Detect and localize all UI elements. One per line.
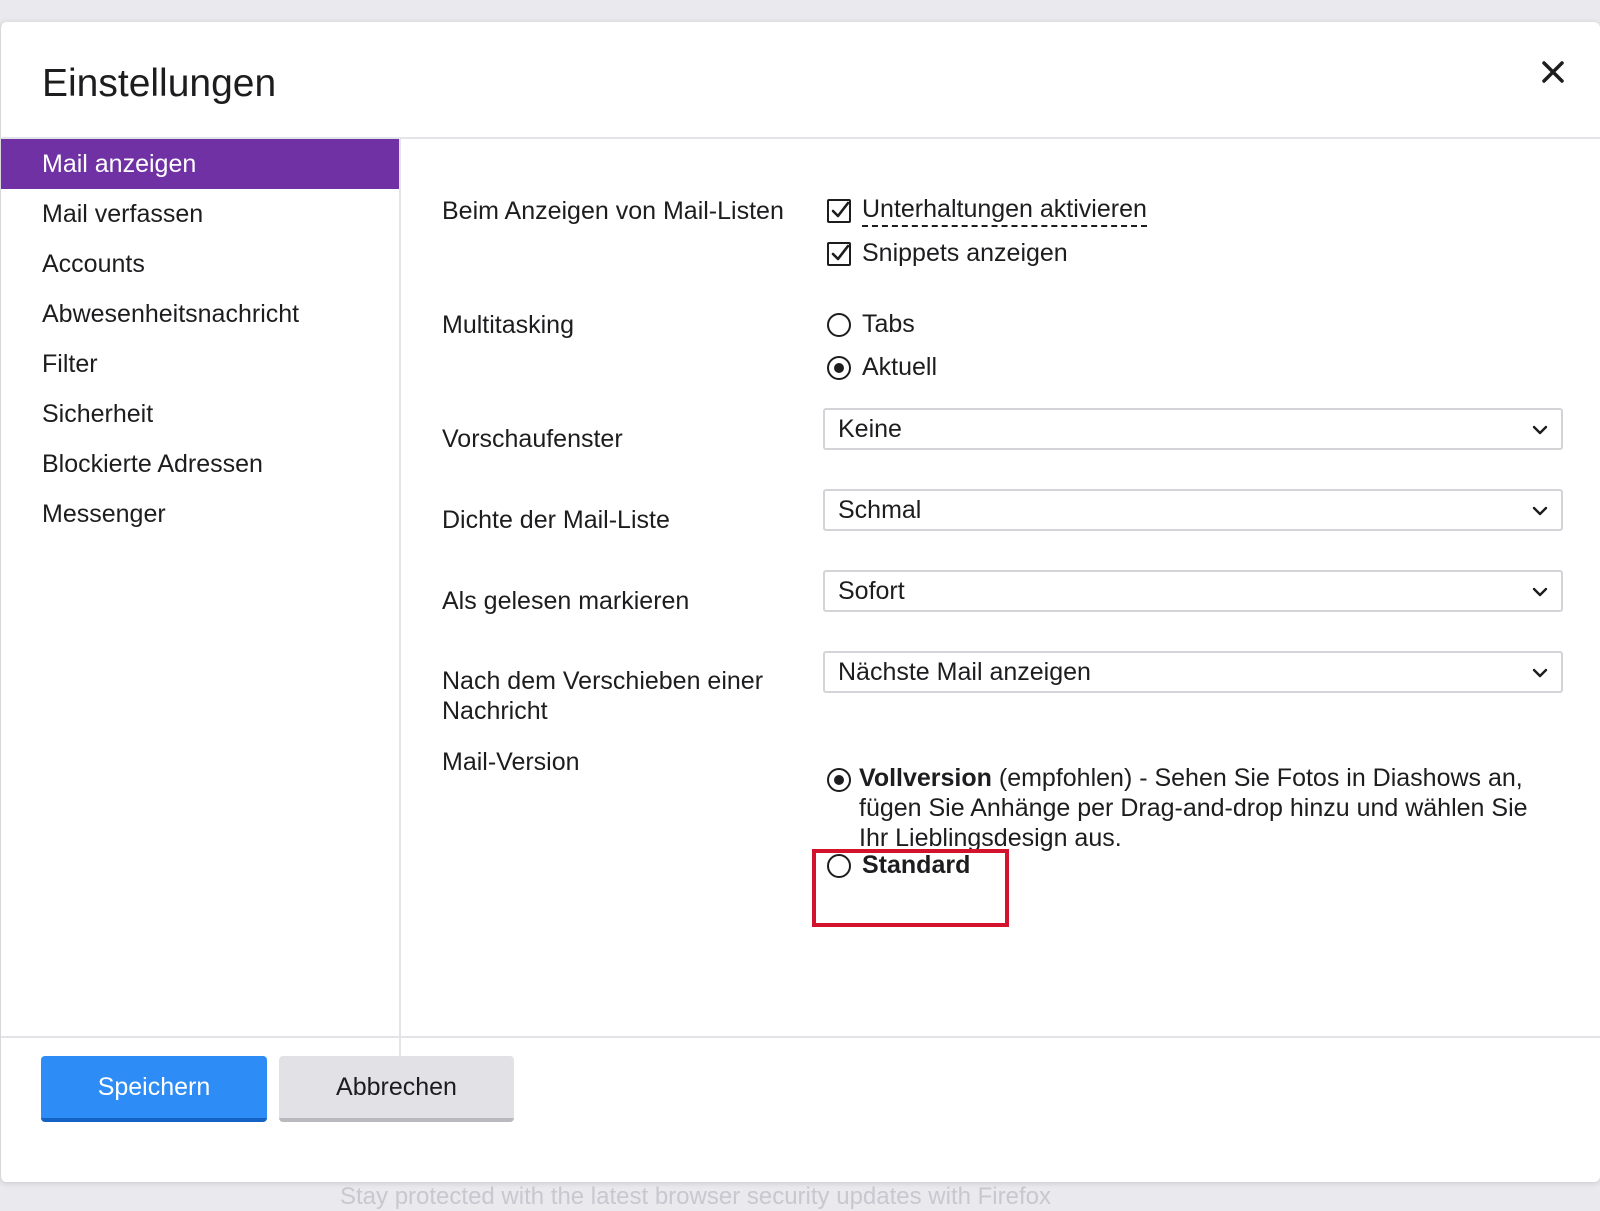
after-move-select-value: Nächste Mail anzeigen xyxy=(838,657,1091,686)
checkbox-checked-icon[interactable] xyxy=(827,241,851,266)
sidebar-item-label: Abwesenheitsnachricht xyxy=(42,299,300,328)
sidebar-item-label: Mail anzeigen xyxy=(42,149,197,178)
close-icon[interactable] xyxy=(1533,52,1573,92)
sidebar-item-label: Sicherheit xyxy=(42,399,154,428)
full-version-title: Vollversion xyxy=(859,764,992,792)
density-select-value: Schmal xyxy=(838,495,922,524)
settings-main: Beim Anzeigen von Mail-Listen Unterhaltu… xyxy=(403,139,1600,1059)
snippets-label: Snippets anzeigen xyxy=(862,239,1068,267)
sidebar-item-mail-verfassen[interactable]: Mail verfassen xyxy=(1,189,399,239)
mark-read-label: Als gelesen markieren xyxy=(442,587,690,615)
chevron-down-icon xyxy=(1532,506,1548,516)
sidebar-item-abwesenheitsnachricht[interactable]: Abwesenheitsnachricht xyxy=(1,289,399,339)
footer-divider xyxy=(1,1036,1600,1038)
chevron-down-icon xyxy=(1532,668,1548,678)
sidebar-item-label: Filter xyxy=(42,349,98,378)
preview-select-value: Keine xyxy=(838,414,902,443)
sidebar-item-label: Messenger xyxy=(42,499,166,528)
aktuell-radio[interactable]: Aktuell xyxy=(827,353,937,382)
background-banner-text: Stay protected with the latest browser s… xyxy=(340,1183,1051,1210)
settings-sidebar: Mail anzeigen Mail verfassen Accounts Ab… xyxy=(1,139,401,1059)
sidebar-item-blockierte-adressen[interactable]: Blockierte Adressen xyxy=(1,439,399,489)
radio-selected-icon[interactable] xyxy=(827,355,851,380)
sidebar-item-sicherheit[interactable]: Sicherheit xyxy=(1,389,399,439)
sidebar-item-label: Blockierte Adressen xyxy=(42,449,263,478)
chevron-down-icon xyxy=(1532,587,1548,597)
mail-lists-label: Beim Anzeigen von Mail-Listen xyxy=(442,197,784,225)
checkbox-checked-icon[interactable] xyxy=(827,199,851,223)
mark-read-select[interactable]: Sofort xyxy=(823,570,1563,612)
standard-highlight-box xyxy=(812,849,1009,927)
full-version-option[interactable]: Vollversion (empfohlen) - Sehen Sie Foto… xyxy=(859,763,1539,853)
sidebar-item-messenger[interactable]: Messenger xyxy=(1,489,399,539)
sidebar-item-accounts[interactable]: Accounts xyxy=(1,239,399,289)
full-version-radio[interactable] xyxy=(827,768,851,792)
after-move-select[interactable]: Nächste Mail anzeigen xyxy=(823,651,1563,693)
chevron-down-icon xyxy=(1532,425,1548,435)
aktuell-label: Aktuell xyxy=(862,353,938,381)
snippets-checkbox[interactable]: Snippets anzeigen xyxy=(827,239,1068,268)
preview-label: Vorschaufenster xyxy=(442,425,623,453)
after-move-label: Nach dem Verschieben einer Nachricht xyxy=(442,667,764,725)
tabs-label: Tabs xyxy=(862,310,915,338)
radio-unselected-icon[interactable] xyxy=(827,312,851,337)
preview-select[interactable]: Keine xyxy=(823,408,1563,450)
cancel-button[interactable]: Abbrechen xyxy=(279,1056,514,1122)
conversations-checkbox[interactable]: Unterhaltungen aktivieren xyxy=(827,195,1147,227)
save-button[interactable]: Speichern xyxy=(41,1056,267,1122)
conversations-label: Unterhaltungen aktivieren xyxy=(862,195,1147,227)
sidebar-item-filter[interactable]: Filter xyxy=(1,339,399,389)
mail-version-label: Mail-Version xyxy=(442,748,580,776)
settings-dialog: Einstellungen Mail anzeigen Mail verfass… xyxy=(0,22,1600,1182)
dialog-title: Einstellungen xyxy=(42,62,277,105)
sidebar-item-mail-anzeigen[interactable]: Mail anzeigen xyxy=(1,139,399,189)
multitasking-label: Multitasking xyxy=(442,311,574,339)
tabs-radio[interactable]: Tabs xyxy=(827,310,915,339)
density-label: Dichte der Mail-Liste xyxy=(442,506,670,534)
sidebar-item-label: Accounts xyxy=(42,249,145,278)
mark-read-select-value: Sofort xyxy=(838,576,905,605)
sidebar-item-label: Mail verfassen xyxy=(42,199,204,228)
density-select[interactable]: Schmal xyxy=(823,489,1563,531)
